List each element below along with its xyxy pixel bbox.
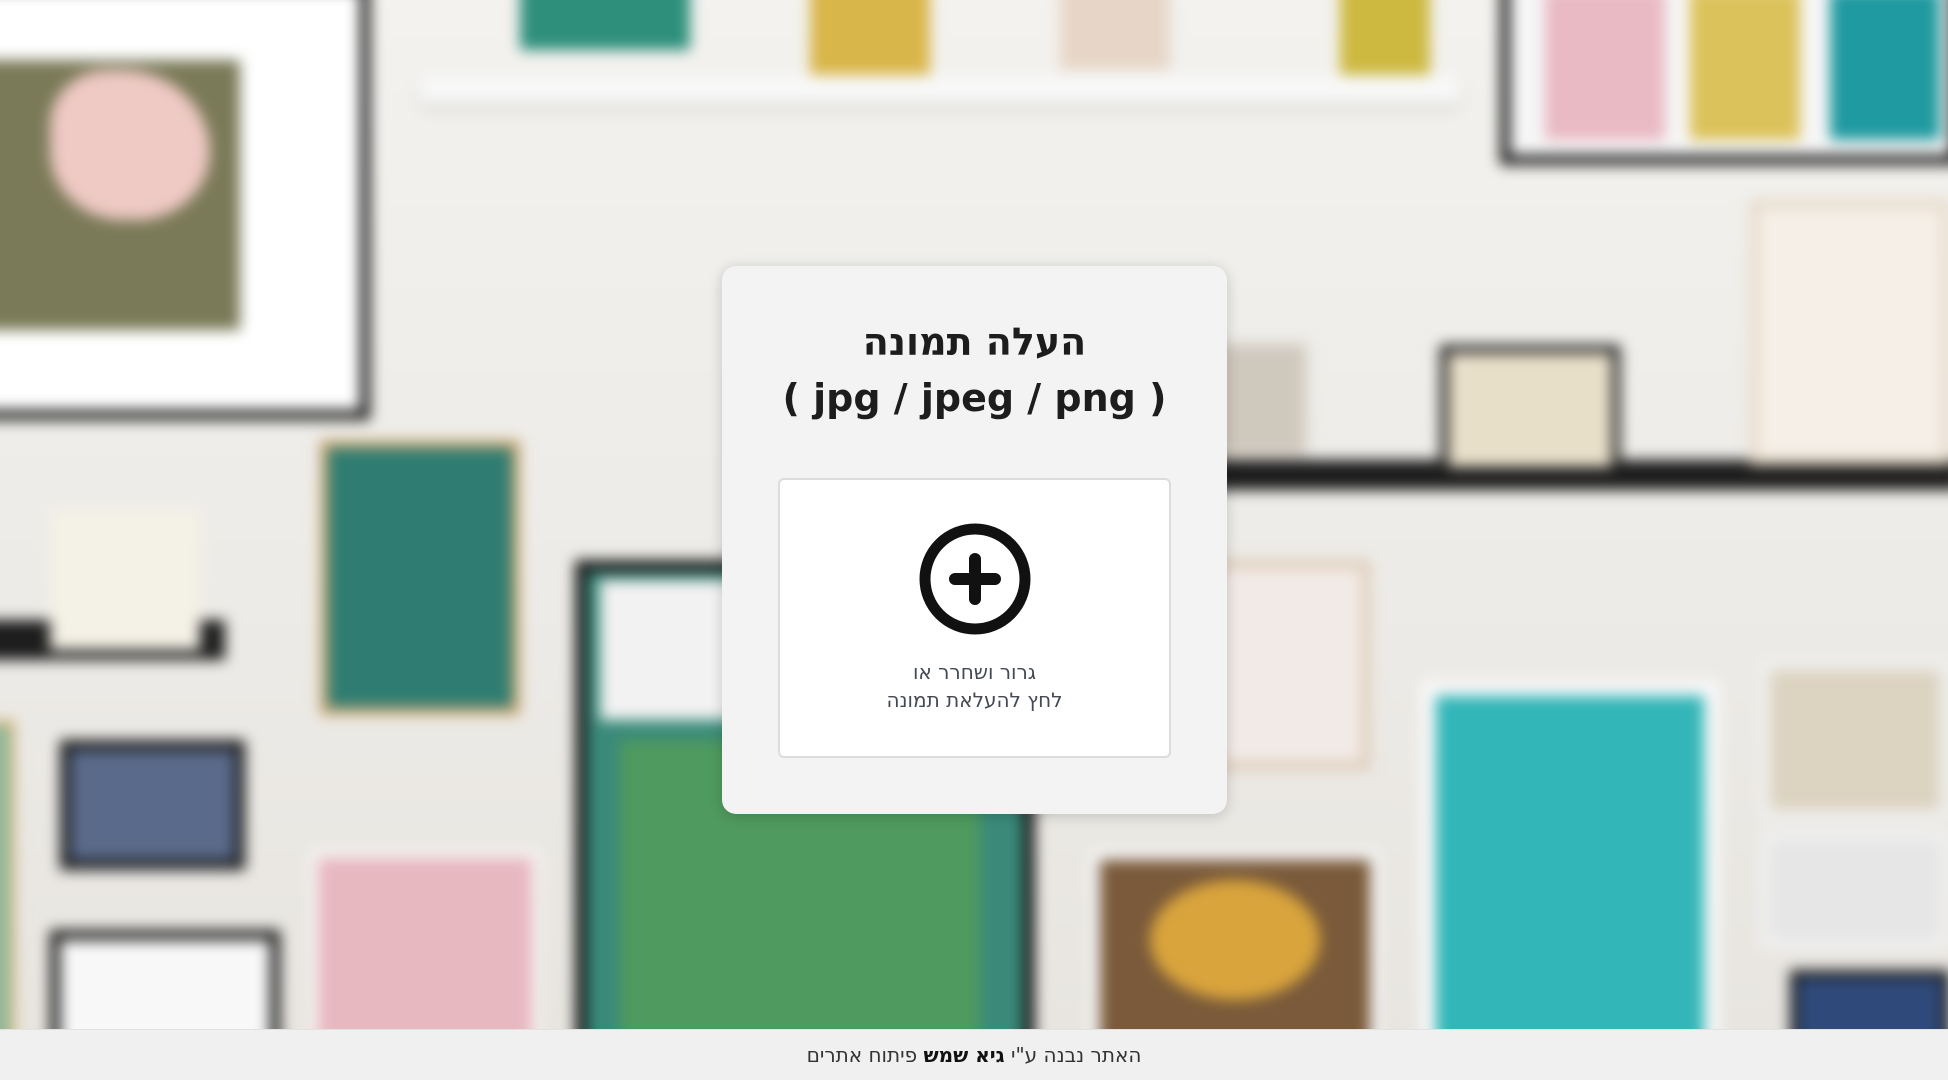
footer: האתר נבנה ע"י גיא שמש פיתוח אתרים [0, 1029, 1948, 1080]
footer-prefix: האתר נבנה ע"י [1010, 1043, 1142, 1067]
background-frame [1420, 680, 1720, 1070]
background-frame [1210, 560, 1370, 770]
background-art [810, 0, 930, 75]
background-frame [50, 510, 200, 650]
footer-author-link[interactable]: גיא שמש [923, 1043, 1004, 1067]
background-frame [1760, 660, 1948, 820]
drop-instructions: גרור ושחרר או לחץ להעלאת תמונה [780, 658, 1169, 714]
image-drop-zone[interactable]: גרור ושחרר או לחץ להעלאת תמונה [778, 478, 1171, 758]
background-frame [320, 440, 520, 715]
background-frame [1440, 345, 1620, 475]
page: העלה תמונה ( jpg / jpeg / png ) גרור ושח… [0, 0, 1948, 1080]
background-art [1830, 0, 1940, 140]
background-art [1150, 880, 1320, 1000]
drop-instructions-line2: לחץ להעלאת תמונה [886, 688, 1063, 712]
drop-instructions-line1: גרור ושחרר או [912, 660, 1037, 684]
footer-suffix: פיתוח אתרים [806, 1043, 918, 1067]
background-art [1690, 0, 1800, 140]
background-frame [60, 740, 245, 870]
add-circle-icon [919, 523, 1031, 635]
upload-card: העלה תמונה ( jpg / jpeg / png ) גרור ושח… [722, 266, 1227, 814]
background-frame [1750, 200, 1948, 465]
background-frame [1760, 830, 1948, 950]
background-art [520, 0, 690, 50]
upload-title: העלה תמונה ( jpg / jpeg / png ) [722, 266, 1227, 426]
upload-formats-text: ( jpg / jpeg / png ) [782, 376, 1167, 420]
upload-title-text: העלה תמונה [862, 320, 1087, 364]
background-art [1060, 0, 1170, 70]
background-art [1340, 0, 1430, 75]
background-frame [0, 720, 15, 1060]
background-art [1545, 0, 1665, 140]
background-shelf [420, 75, 1460, 103]
